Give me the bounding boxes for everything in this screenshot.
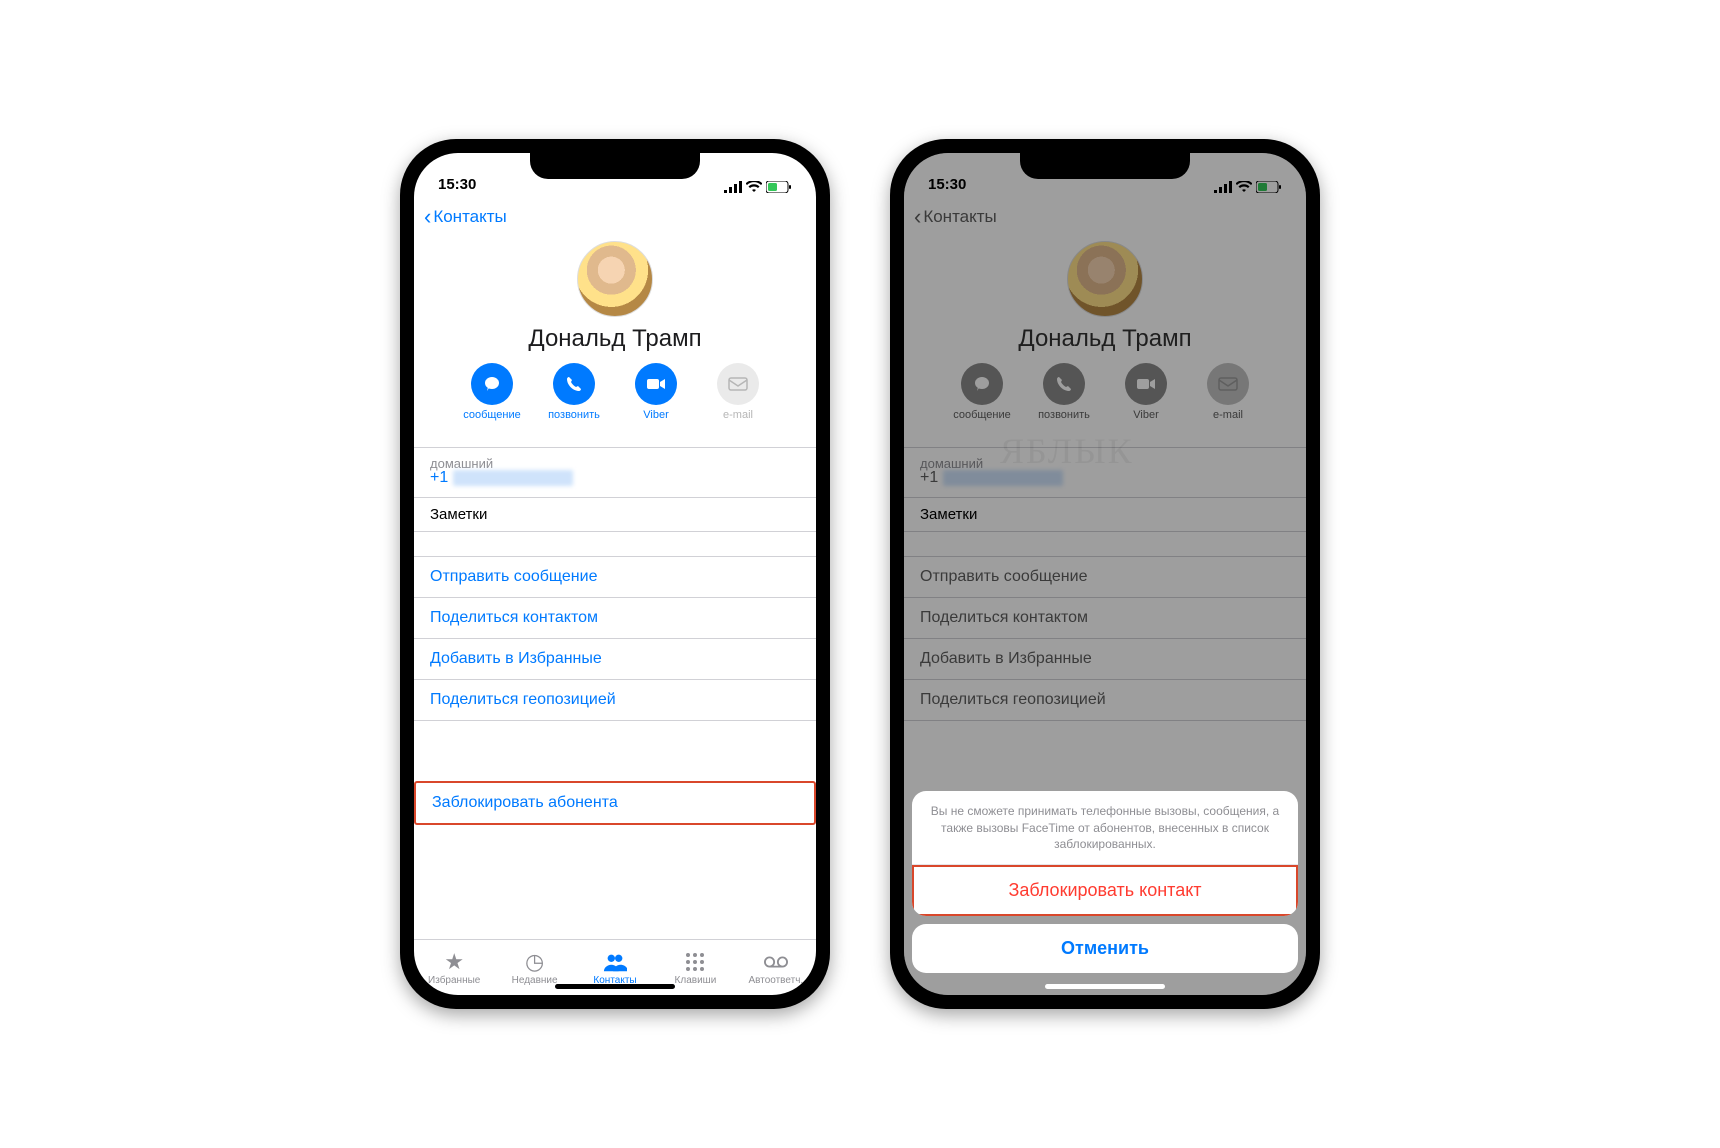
back-chevron-icon: ‹ xyxy=(914,204,921,230)
contacts-icon xyxy=(603,950,627,974)
action-message: сообщение xyxy=(950,363,1014,421)
notes-row: Заметки xyxy=(904,498,1306,532)
nav-bar[interactable]: ‹ Контакты xyxy=(414,197,816,237)
status-time: 15:30 xyxy=(928,176,966,193)
action-call[interactable]: позвонить xyxy=(542,363,606,421)
tab-favorites[interactable]: ★Избранные xyxy=(414,940,494,995)
voicemail-icon xyxy=(764,950,788,974)
keypad-icon xyxy=(683,950,707,974)
status-time: 15:30 xyxy=(438,176,476,193)
video-icon xyxy=(646,377,666,391)
contact-header: Дональд Трамп сообщение позвонить Viber … xyxy=(904,237,1306,447)
link-share-contact[interactable]: Поделиться контактом xyxy=(414,598,816,639)
action-row: сообщение позвонить Viber e-mail xyxy=(904,363,1306,421)
back-label: Контакты xyxy=(923,207,996,227)
link-add-favorites: Добавить в Избранные xyxy=(904,639,1306,680)
phone-frame-right: 15:30 ‹ Контакты Дональд Трамп сообщение… xyxy=(890,139,1320,1009)
mail-icon xyxy=(728,377,748,391)
content-area: Дональд Трамп сообщение позвонить Viber xyxy=(414,237,816,939)
home-indicator[interactable] xyxy=(1045,984,1165,989)
action-call: позвонить xyxy=(1032,363,1096,421)
screen-left: 15:30 ‹ Контакты Дональд Трамп сообщение xyxy=(414,153,816,995)
phone-blurred xyxy=(453,470,573,486)
contact-header: Дональд Трамп сообщение позвонить Viber xyxy=(414,237,816,447)
phone-field[interactable]: домашний +1 xyxy=(414,447,816,498)
mail-icon xyxy=(1218,377,1238,391)
avatar[interactable] xyxy=(577,241,653,317)
action-email: e-mail xyxy=(706,363,770,421)
video-icon xyxy=(1136,377,1156,391)
action-row: сообщение позвонить Viber e-mail xyxy=(414,363,816,421)
contact-name: Дональд Трамп xyxy=(414,325,816,353)
action-viber[interactable]: Viber xyxy=(624,363,688,421)
link-share-location[interactable]: Поделиться геопозицией xyxy=(414,680,816,721)
battery-icon xyxy=(1256,181,1282,193)
star-icon: ★ xyxy=(442,950,466,974)
cellular-icon xyxy=(1214,181,1232,193)
phone-value: +1 xyxy=(920,469,1290,487)
action-message[interactable]: сообщение xyxy=(460,363,524,421)
status-icons xyxy=(1214,181,1282,193)
status-icons xyxy=(724,181,792,193)
wifi-icon xyxy=(746,181,762,193)
action-email: e-mail xyxy=(1196,363,1260,421)
link-share-contact: Поделиться контактом xyxy=(904,598,1306,639)
phone-value: +1 xyxy=(430,469,800,487)
link-send-message[interactable]: Отправить сообщение xyxy=(414,556,816,598)
back-chevron-icon: ‹ xyxy=(424,204,431,230)
message-icon xyxy=(482,374,502,394)
cellular-icon xyxy=(724,181,742,193)
wifi-icon xyxy=(1236,181,1252,193)
notch xyxy=(1020,153,1190,179)
notes-row[interactable]: Заметки xyxy=(414,498,816,532)
nav-bar: ‹ Контакты xyxy=(904,197,1306,237)
screen-right: 15:30 ‹ Контакты Дональд Трамп сообщение… xyxy=(904,153,1306,995)
contact-name: Дональд Трамп xyxy=(904,325,1306,353)
link-add-favorites[interactable]: Добавить в Избранные xyxy=(414,639,816,680)
sheet-cancel-button[interactable]: Отменить xyxy=(912,924,1298,973)
notch xyxy=(530,153,700,179)
phone-blurred xyxy=(943,470,1063,486)
phone-icon xyxy=(1055,375,1073,393)
phone-frame-left: 15:30 ‹ Контакты Дональд Трамп сообщение xyxy=(400,139,830,1009)
link-block-caller[interactable]: Заблокировать абонента xyxy=(414,781,816,825)
sheet-message: Вы не сможете принимать телефонные вызов… xyxy=(912,791,1298,865)
message-icon xyxy=(972,374,992,394)
battery-icon xyxy=(766,181,792,193)
home-indicator[interactable] xyxy=(555,984,675,989)
action-viber: Viber xyxy=(1114,363,1178,421)
link-share-location: Поделиться геопозицией xyxy=(904,680,1306,721)
back-label: Контакты xyxy=(433,207,506,227)
tab-voicemail[interactable]: Автоответч. xyxy=(736,940,816,995)
avatar xyxy=(1067,241,1143,317)
clock-icon: ◷ xyxy=(523,950,547,974)
sheet-block-button[interactable]: Заблокировать контакт xyxy=(912,865,1298,916)
action-sheet: Вы не сможете принимать телефонные вызов… xyxy=(912,791,1298,916)
phone-field: домашний +1 xyxy=(904,447,1306,498)
link-send-message: Отправить сообщение xyxy=(904,556,1306,598)
phone-icon xyxy=(565,375,583,393)
